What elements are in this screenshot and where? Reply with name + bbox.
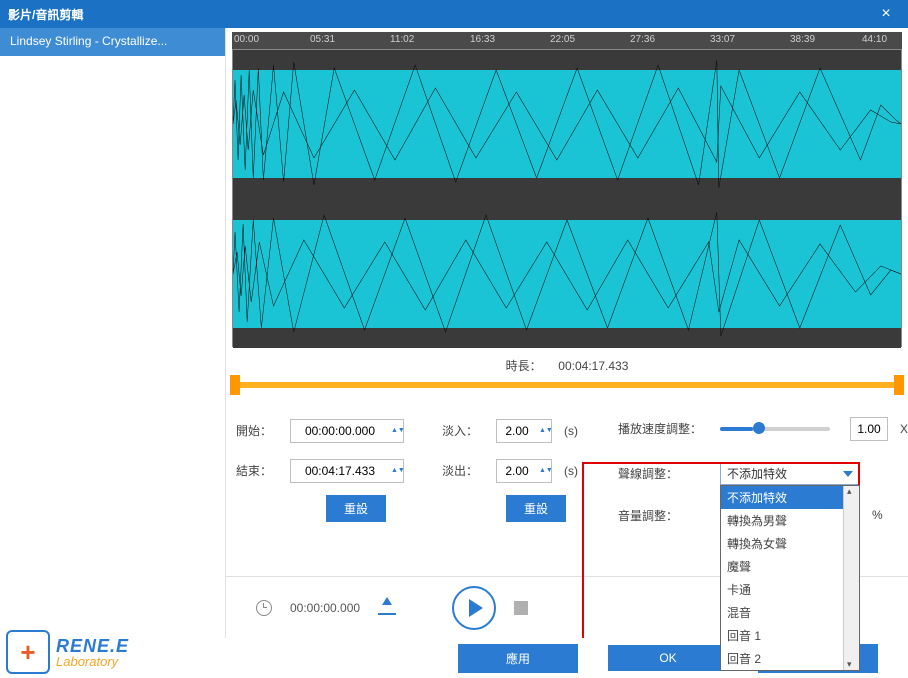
voice-option[interactable]: 不添加特效 <box>721 486 859 509</box>
titlebar: 影片/音訊剪輯 × <box>0 0 908 28</box>
export-icon[interactable] <box>378 601 396 615</box>
voice-effect-select[interactable]: 不添加特效 <box>720 463 860 485</box>
speed-input[interactable] <box>850 417 888 441</box>
speed-slider[interactable] <box>720 427 830 431</box>
logo-icon: + <box>6 630 50 674</box>
time-ruler[interactable]: 00:00 05:31 11:02 16:33 22:05 27:36 33:0… <box>232 32 902 49</box>
reset-fade-button[interactable]: 重設 <box>506 495 566 522</box>
reset-time-button[interactable]: 重設 <box>326 495 386 522</box>
start-time-input[interactable]: ▲▼ <box>290 419 404 443</box>
clock-icon <box>256 600 272 616</box>
fadeout-input[interactable]: ▲▼ <box>496 459 552 483</box>
waveform-display[interactable] <box>232 49 902 347</box>
voice-option[interactable]: 轉換為男聲 <box>721 509 859 532</box>
voice-option[interactable]: 回音 1 <box>721 624 859 647</box>
trim-timeline: 時長： 00:04:17.433 <box>232 357 902 397</box>
volume-label: 音量調整： <box>618 507 710 524</box>
voice-effect-dropdown: 不添加特效 轉換為男聲 轉換為女聲 魔聲 卡通 混音 回音 1 回音 2 <box>720 485 860 671</box>
speed-label: 播放速度調整： <box>618 420 710 437</box>
fadein-label: 淡入： <box>442 422 486 439</box>
stop-button[interactable] <box>514 601 528 615</box>
voice-option[interactable]: 卡通 <box>721 578 859 601</box>
chevron-down-icon <box>843 471 853 477</box>
voice-option[interactable]: 混音 <box>721 601 859 624</box>
sidebar: Lindsey Stirling - Crystallize... <box>0 28 226 678</box>
duration-label: 時長： <box>506 359 542 373</box>
apply-button[interactable]: 應用 <box>458 644 578 673</box>
window-title: 影片/音訊剪輯 <box>8 6 872 23</box>
voice-option[interactable]: 魔聲 <box>721 555 859 578</box>
ok-button[interactable]: OK <box>608 645 728 671</box>
voice-label: 聲線調整： <box>618 465 710 482</box>
close-icon[interactable]: × <box>872 5 900 23</box>
spinner-arrows[interactable]: ▲▼ <box>389 425 403 436</box>
duration-value: 00:04:17.433 <box>558 359 628 373</box>
brand-logo: + RENE.E Laboratory <box>6 630 129 674</box>
voice-option[interactable]: 轉換為女聲 <box>721 532 859 555</box>
playback-time: 00:00:00.000 <box>290 601 360 615</box>
main-panel: 00:00 05:31 11:02 16:33 22:05 27:36 33:0… <box>226 28 908 638</box>
dropdown-scrollbar[interactable] <box>843 486 859 670</box>
end-label: 結束： <box>236 462 280 479</box>
end-time-input[interactable]: ▲▼ <box>290 459 404 483</box>
play-button[interactable] <box>452 586 496 630</box>
trim-handle-right[interactable] <box>894 375 904 395</box>
fadeout-label: 淡出： <box>442 462 486 479</box>
sidebar-item-track[interactable]: Lindsey Stirling - Crystallize... <box>0 28 225 56</box>
voice-option[interactable]: 回音 2 <box>721 647 859 670</box>
fadein-input[interactable]: ▲▼ <box>496 419 552 443</box>
trim-handle-left[interactable] <box>230 375 240 395</box>
trim-track[interactable] <box>232 382 902 388</box>
start-label: 開始： <box>236 422 280 439</box>
